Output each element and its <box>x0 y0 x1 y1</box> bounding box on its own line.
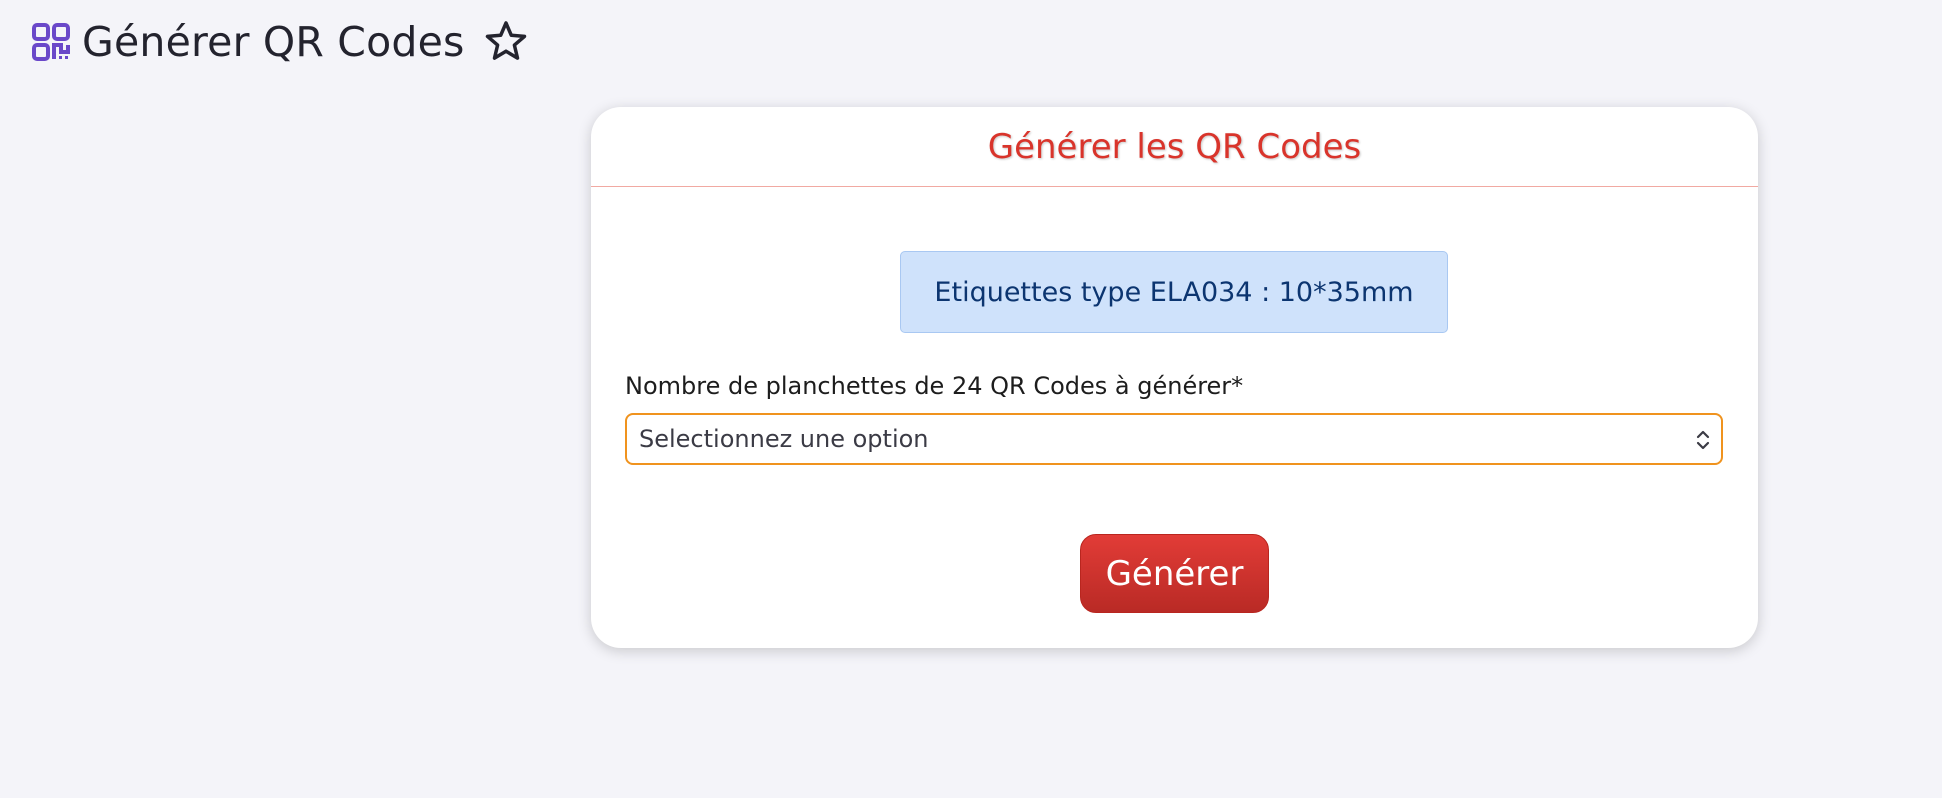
generate-button[interactable]: Générer <box>1080 534 1269 613</box>
card-header: Générer les QR Codes <box>591 107 1758 187</box>
card-title: Générer les QR Codes <box>987 126 1362 167</box>
qr-generation-card: Générer les QR Codes Etiquettes type ELA… <box>591 107 1758 648</box>
label-type-info-box: Etiquettes type ELA034 : 10*35mm <box>900 251 1448 333</box>
sheet-count-label: Nombre de planchettes de 24 QR Codes à g… <box>625 372 1244 400</box>
page-header: Générer QR Codes <box>32 14 529 70</box>
select-placeholder: Selectionnez une option <box>639 425 929 453</box>
select-chevrons-icon <box>1696 430 1710 450</box>
page-title: Générer QR Codes <box>82 18 465 66</box>
sheet-count-select[interactable]: Selectionnez une option <box>625 413 1723 465</box>
qr-code-icon <box>32 23 70 61</box>
star-outline-icon[interactable] <box>483 19 529 65</box>
